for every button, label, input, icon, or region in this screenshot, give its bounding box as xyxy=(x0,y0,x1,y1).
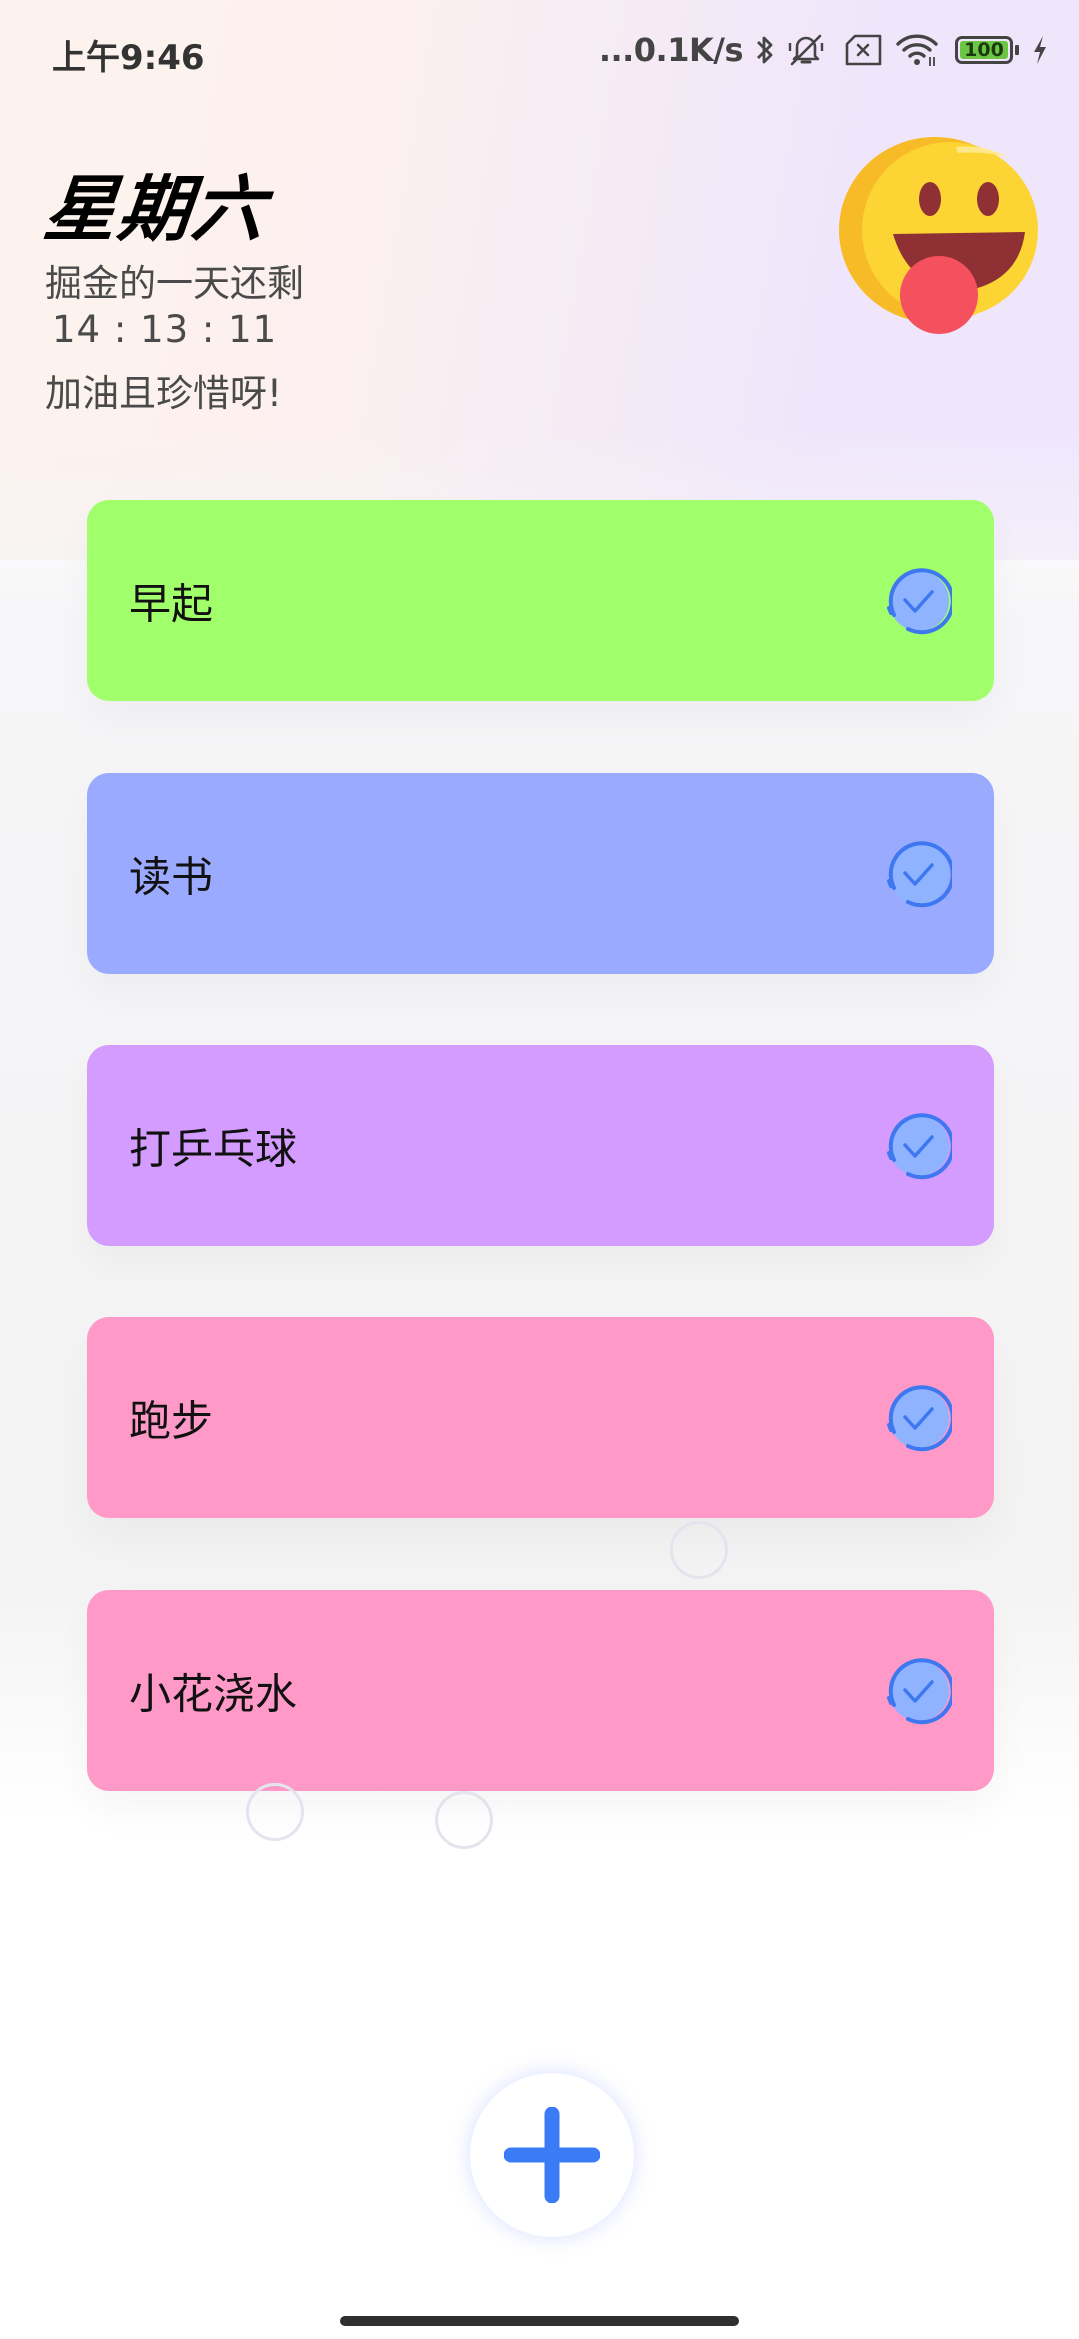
battery-icon: 100 xyxy=(955,36,1013,64)
remaining-label: 掘金的一天还剩 xyxy=(45,262,304,305)
task-card[interactable]: 早起 xyxy=(87,500,994,701)
tongue-out-face-icon xyxy=(838,135,1043,335)
check-circle-icon[interactable] xyxy=(880,1655,955,1727)
task-label: 早起 xyxy=(129,579,214,628)
encouragement-text: 加油且珍惜呀! xyxy=(45,372,282,415)
home-indicator[interactable] xyxy=(340,2316,739,2326)
weekday-title: 星期六 xyxy=(39,167,271,251)
task-label: 跑步 xyxy=(129,1396,214,1445)
task-label: 读书 xyxy=(129,852,214,901)
task-card[interactable]: 打乒乓球 xyxy=(87,1045,994,1246)
check-circle-icon[interactable] xyxy=(880,1110,955,1182)
no-sim-icon xyxy=(845,34,883,66)
bluetooth-icon xyxy=(755,33,775,67)
status-time: 上午9:46 xyxy=(52,38,205,78)
status-icons: ...0.1K/s 100 xyxy=(599,28,1049,72)
charging-icon xyxy=(1031,35,1049,65)
check-circle-icon[interactable] xyxy=(880,1382,955,1454)
decorative-circle xyxy=(246,1783,304,1841)
task-card[interactable]: 读书 xyxy=(87,773,994,974)
decorative-circle xyxy=(435,1791,493,1849)
check-circle-icon[interactable] xyxy=(880,565,955,637)
check-circle-icon[interactable] xyxy=(880,838,955,910)
battery-level: 100 xyxy=(964,39,1004,61)
network-speed: ...0.1K/s xyxy=(598,31,744,69)
task-card[interactable]: 跑步 xyxy=(87,1317,994,1518)
plus-icon xyxy=(504,2107,600,2203)
vibrate-mute-icon xyxy=(787,32,825,68)
task-card[interactable]: 小花浇水 xyxy=(87,1590,994,1791)
countdown-timer: 14 : 13 : 11 xyxy=(52,308,278,351)
decorative-circle xyxy=(670,1521,728,1579)
task-label: 打乒乓球 xyxy=(129,1124,298,1173)
battery-terminal xyxy=(1015,45,1019,55)
add-task-button[interactable] xyxy=(470,2073,634,2237)
task-label: 小花浇水 xyxy=(129,1669,298,1718)
wifi-icon xyxy=(895,33,939,67)
battery-body: 100 xyxy=(955,36,1013,64)
